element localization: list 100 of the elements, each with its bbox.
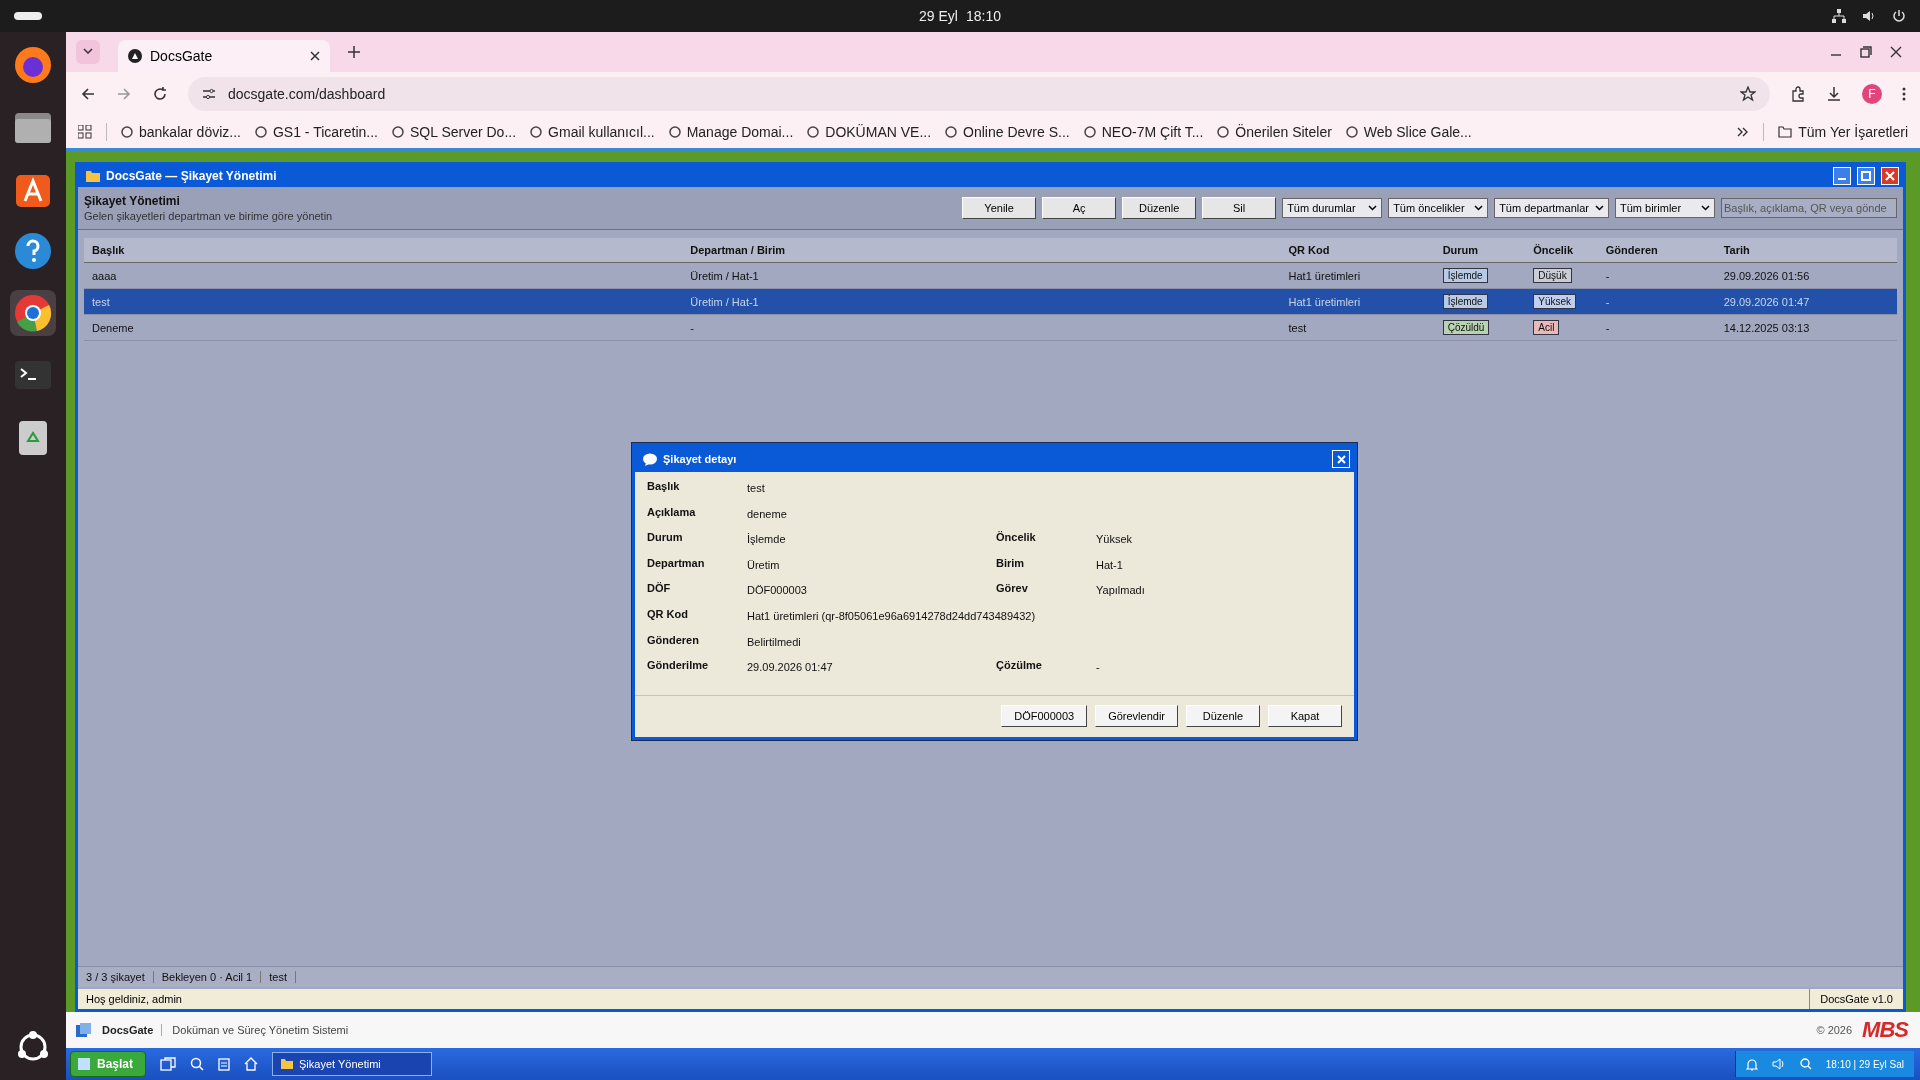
toolbar-button[interactable]: Aç (1042, 197, 1117, 219)
clipboard-icon[interactable] (218, 1057, 231, 1071)
activities-icon[interactable] (14, 12, 42, 20)
restore-icon[interactable] (1860, 46, 1872, 58)
maximize-button[interactable] (1857, 167, 1875, 185)
field-value: deneme (747, 506, 788, 520)
profile-avatar[interactable]: F (1862, 84, 1882, 104)
taskbar-clock: 18:10 | 29 Eyl Sal (1825, 1058, 1904, 1070)
bookmark[interactable]: bankalar döviz... (121, 124, 241, 140)
bell-icon[interactable] (1745, 1057, 1758, 1071)
priority-badge: Acil (1533, 320, 1560, 335)
table-row[interactable]: Deneme - test Çözüldü Acil - 14.12.2025 03:13 (84, 314, 1897, 341)
extensions-icon[interactable] (1790, 86, 1806, 102)
network-icon[interactable] (1832, 9, 1846, 23)
field-label: Durum (647, 531, 684, 544)
bookmark[interactable]: Manage Domai... (668, 124, 794, 140)
favicon-icon (254, 126, 267, 138)
column-header[interactable]: Durum (1434, 238, 1526, 263)
field-label: Açıklama (647, 505, 697, 518)
bookmark[interactable]: Online Devre S... (945, 124, 1070, 140)
filter-dropdown[interactable]: Tüm birimler (1615, 198, 1715, 218)
browser-tab[interactable]: DocsGate (118, 40, 330, 72)
bookmark[interactable]: GS1 - Ticaretin... (254, 124, 378, 140)
table-cell: test (1280, 314, 1435, 341)
double-chevron-icon[interactable] (1737, 127, 1750, 137)
table-row[interactable]: aaaa Üretim / Hat-1 Hat1 üretimleri İşlemde Düşük - 29.09.2026 01:56 (84, 262, 1897, 289)
back-icon[interactable] (80, 86, 96, 102)
window-title: DocsGate — Şikayet Yönetimi (106, 169, 277, 183)
priority-badge: Düşük (1533, 268, 1572, 283)
close-button[interactable] (1332, 450, 1350, 468)
toolbar-button[interactable]: Düzenle (1122, 197, 1197, 219)
field-value: Hat-1 (1096, 557, 1124, 571)
field-value: - (1096, 660, 1101, 674)
new-tab-icon[interactable] (348, 46, 360, 58)
minimize-button[interactable] (1833, 167, 1851, 185)
search-icon[interactable] (190, 1057, 205, 1071)
footer-tagline: Doküman ve Süreç Yönetim Sistemi (172, 1024, 349, 1036)
field-label: Görev (996, 582, 1029, 595)
tab-list-button[interactable] (76, 40, 100, 64)
table-cell: 29.09.2026 01:47 (1715, 288, 1897, 315)
bookmark[interactable]: NEO-7M Çift T... (1083, 124, 1204, 140)
windows-icon[interactable] (160, 1057, 177, 1071)
dialog-button[interactable]: Kapat (1268, 704, 1342, 727)
toolbar-button[interactable]: Sil (1202, 197, 1277, 219)
status-text: test (261, 971, 296, 983)
apps-grid-icon[interactable] (78, 125, 92, 139)
minimize-icon (1838, 178, 1846, 180)
star-icon[interactable] (1740, 86, 1756, 102)
field-label: Çözülme (996, 659, 1043, 672)
table-cell: Hat1 üretimleri (1280, 288, 1435, 315)
field-value: DÖF000003 (747, 583, 808, 597)
taskbar-window-button[interactable]: Şikayet Yönetimi (272, 1052, 433, 1076)
toolbar-button[interactable]: Yenile (962, 197, 1037, 219)
field-value: Üretim (747, 557, 781, 571)
table-row[interactable]: test Üretim / Hat-1 Hat1 üretimleri İşlemde Yüksek - 29.09.2026 01:47 (84, 288, 1897, 315)
filter-dropdown[interactable]: Tüm durumlar (1282, 198, 1383, 218)
close-icon[interactable] (1890, 46, 1902, 58)
filter-dropdown[interactable]: Tüm öncelikler (1388, 198, 1489, 218)
column-header[interactable]: Başlık (84, 238, 683, 263)
reload-icon[interactable] (152, 86, 168, 102)
dialog-button[interactable]: DÖF000003 (1001, 704, 1088, 727)
bookmark[interactable]: Web Slice Gale... (1345, 124, 1472, 140)
field-label: Birim (996, 556, 1026, 569)
table-cell: Üretim / Hat-1 (682, 262, 1281, 289)
bookmark[interactable]: Önerilen Siteler (1217, 124, 1332, 140)
column-header[interactable]: Gönderen (1597, 238, 1716, 263)
search-field[interactable]: Başlık, açıklama, QR veya gönde (1721, 198, 1897, 218)
close-icon (1885, 171, 1895, 181)
site-settings-icon[interactable] (202, 87, 216, 101)
power-icon[interactable] (1892, 9, 1906, 23)
filter-dropdown[interactable]: Tüm departmanlar (1494, 198, 1609, 218)
more-menu-icon[interactable] (1902, 87, 1906, 101)
dialog-button[interactable]: Görevlendir (1095, 704, 1178, 727)
status-badge: İşlemde (1442, 294, 1488, 309)
dialog-button[interactable]: Düzenle (1186, 704, 1260, 727)
favicon-icon (668, 126, 681, 138)
table-cell: 14.12.2025 03:13 (1715, 314, 1897, 341)
bookmark[interactable]: Gmail kullanıcıl... (530, 124, 655, 140)
version-text: DocsGate v1.0 (1809, 989, 1903, 1009)
favicon-icon (945, 126, 958, 138)
footer-brand: DocsGate (102, 1024, 163, 1036)
dialog-title: Şikayet detayı (663, 453, 737, 465)
column-header[interactable]: QR Kod (1280, 238, 1435, 263)
close-button[interactable] (1881, 167, 1899, 185)
forward-icon[interactable] (116, 86, 132, 102)
address-bar[interactable]: docsgate.com/dashboard (188, 77, 1770, 111)
home-icon[interactable] (244, 1057, 259, 1071)
search-icon[interactable] (1799, 1058, 1812, 1070)
download-icon[interactable] (1826, 86, 1842, 102)
site-icon (128, 49, 142, 63)
speech-bubble-icon (643, 452, 657, 466)
column-header[interactable]: Tarih (1715, 238, 1897, 263)
bookmark[interactable]: SQL Server Do... (392, 124, 517, 140)
column-header[interactable]: Öncelik (1525, 238, 1598, 263)
table-cell: 29.09.2026 01:56 (1715, 262, 1897, 289)
column-header[interactable]: Departman / Birim (682, 238, 1281, 263)
volume-icon[interactable] (1862, 9, 1876, 23)
bookmark[interactable]: DOKÜMAN VE... (807, 124, 932, 140)
close-tab-icon[interactable] (310, 51, 320, 61)
all-bookmarks-link[interactable]: Tüm Yer İşaretleri (1778, 124, 1908, 140)
